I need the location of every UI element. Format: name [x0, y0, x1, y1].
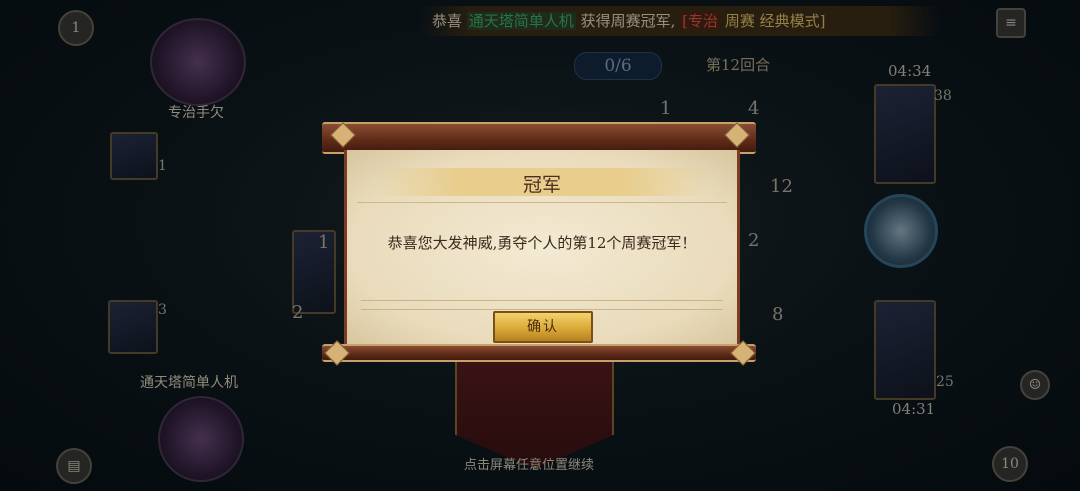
- dialog-message: 恭喜您大发神威,勇夺个人的第12个周赛冠军！: [387, 234, 697, 252]
- dialog-title: 冠军: [522, 174, 561, 196]
- scroll-paper: 冠军 恭喜您大发神威,勇夺个人的第12个周赛冠军！ 确认: [344, 150, 740, 346]
- champion-dialog: 冠军 恭喜您大发神威,勇夺个人的第12个周赛冠军！ 确认: [322, 122, 756, 366]
- title-divider: [357, 202, 727, 203]
- scroll-rod-bottom: [322, 344, 756, 362]
- confirm-button[interactable]: 确认: [493, 311, 593, 343]
- footer-divider: [361, 300, 723, 310]
